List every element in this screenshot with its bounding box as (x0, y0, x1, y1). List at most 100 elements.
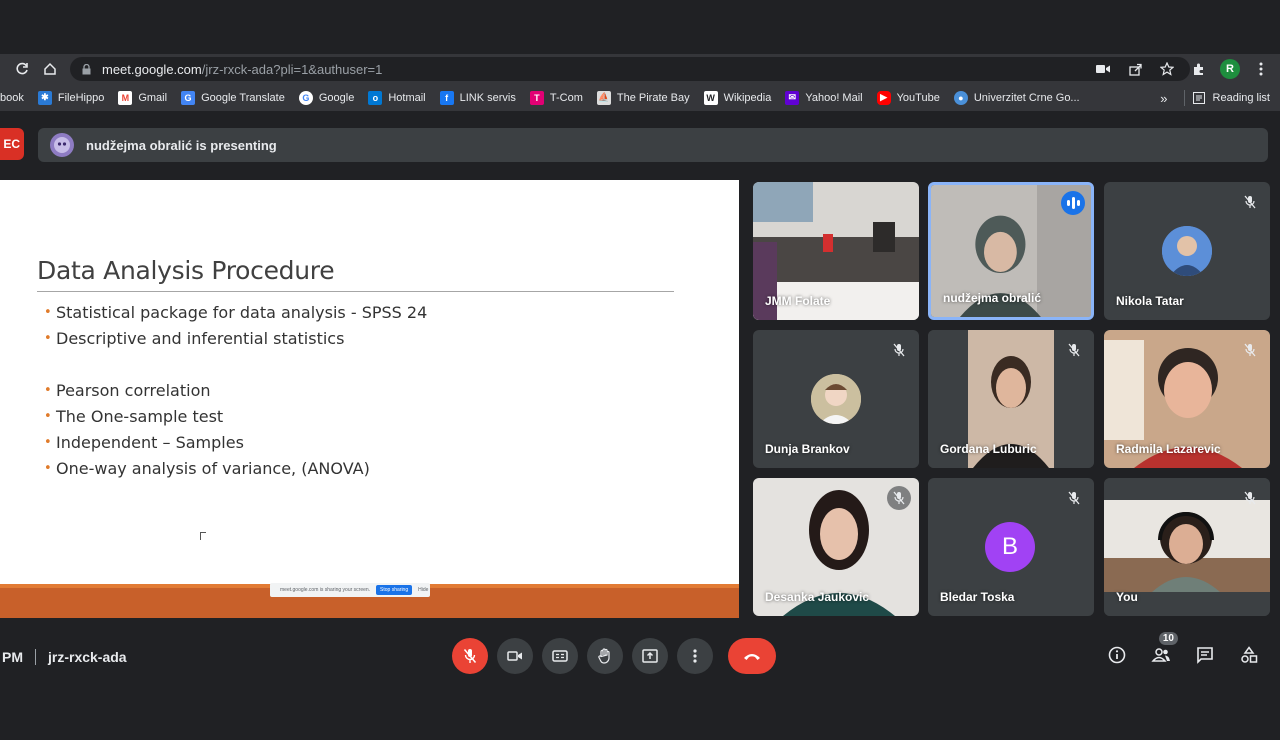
participant-tile[interactable]: B Bledar Toska (928, 478, 1094, 616)
activities-button[interactable] (1238, 644, 1260, 666)
bookmark-google-translate[interactable]: G Google Translate (181, 90, 285, 105)
meeting-details-button[interactable] (1106, 644, 1128, 666)
leave-call-button[interactable] (728, 638, 776, 674)
meeting-controls-bar: PM jrz-rxck-ada 10 (0, 622, 1280, 692)
more-vert-icon (693, 649, 697, 663)
university-icon: ● (953, 90, 968, 105)
bookmark-wikipedia[interactable]: W Wikipedia (703, 90, 771, 105)
browser-menu-icon[interactable] (1250, 58, 1272, 80)
slide-bullet: • Statistical package for data analysis -… (44, 303, 428, 322)
reload-icon[interactable] (8, 55, 36, 83)
people-icon (1151, 648, 1170, 662)
participant-tile-speaking[interactable]: nudžejma obralić (928, 182, 1094, 320)
bookmark-univerzitet[interactable]: ● Univerzitet Crne Go... (953, 90, 1080, 105)
slide-title: Data Analysis Procedure (37, 256, 335, 285)
hide-button[interactable]: Hide (418, 587, 428, 593)
raise-hand-button[interactable] (587, 638, 623, 674)
mic-off-icon (1238, 190, 1262, 214)
bookmark-youtube[interactable]: ▶ YouTube (876, 90, 940, 105)
people-button[interactable]: 10 (1150, 632, 1178, 666)
presenter-avatar-icon (50, 133, 74, 157)
bookmark-filehippo[interactable]: ✱ FileHippo (37, 90, 105, 105)
slide-spacer (44, 352, 427, 378)
present-screen-button[interactable] (632, 638, 668, 674)
url-host: meet.google.com (102, 61, 202, 77)
chat-icon (1197, 647, 1213, 664)
yahoo-icon: ✉ (785, 90, 800, 105)
participant-tile[interactable]: Gordana Luburic (928, 330, 1094, 468)
bookmark-label: book (0, 91, 24, 104)
mic-toggle-button[interactable] (452, 638, 488, 674)
participant-tile[interactable]: Dunja Brankov (753, 330, 919, 468)
participant-name: Gordana Luburic (940, 442, 1037, 456)
extensions-icon[interactable] (1188, 58, 1210, 80)
meeting-time: PM (2, 649, 23, 665)
bookmark-link-servis[interactable]: f LINK servis (439, 90, 516, 105)
screen-share-notice: meet.google.com is sharing your screen. … (270, 583, 430, 597)
camera-toggle-button[interactable] (497, 638, 533, 674)
speaking-indicator-icon (1061, 191, 1085, 215)
participant-avatar (1162, 226, 1212, 276)
bookmark-yahoo-mail[interactable]: ✉ Yahoo! Mail (785, 90, 863, 105)
bookmark-label: The Pirate Bay (616, 91, 690, 104)
url-bar[interactable]: meet.google.com/jrz-rxck-ada?pli=1&authu… (70, 57, 1190, 81)
hang-up-icon (744, 654, 760, 660)
mic-off-icon (887, 486, 911, 510)
bookmark-facebook[interactable]: book (0, 92, 24, 104)
bookmark-google[interactable]: G Google (298, 90, 355, 105)
more-options-button[interactable] (677, 638, 713, 674)
mic-off-icon (1238, 338, 1262, 362)
captions-button[interactable] (542, 638, 578, 674)
slide-bullet: • Pearson correlation (44, 381, 211, 400)
mic-off-icon (1238, 486, 1262, 510)
bookmark-label: YouTube (896, 91, 940, 104)
slide-bullet: • Descriptive and inferential statistics (44, 329, 345, 348)
slide-bullet: • The One-sample test (44, 407, 224, 426)
share-icon[interactable] (1124, 58, 1146, 80)
mic-off-icon (1062, 486, 1086, 510)
slide-bullet: • Independent – Samples (44, 433, 244, 452)
hotmail-icon: o (368, 90, 383, 105)
right-controls: 10 (1106, 632, 1260, 666)
home-icon[interactable] (36, 55, 64, 83)
youtube-icon: ▶ (876, 90, 891, 105)
bookmark-label: Google Translate (201, 91, 285, 104)
participant-tile[interactable]: Desanka Jaukovic (753, 478, 919, 616)
chat-button[interactable] (1194, 644, 1216, 666)
present-icon (642, 649, 658, 663)
bookmark-t-com[interactable]: T T-Com (529, 90, 583, 105)
url-path: /jrz-rxck-ada?pli=1&authuser=1 (201, 61, 383, 77)
activities-icon (1241, 646, 1258, 663)
participant-avatar (811, 374, 861, 424)
info-icon (1108, 646, 1126, 664)
participant-tile[interactable]: Radmila Lazarevic (1104, 330, 1270, 468)
mic-off-icon (463, 649, 477, 663)
bookmarks-right: » Reading list (1160, 84, 1270, 112)
bookmark-pirate-bay[interactable]: ⛵ The Pirate Bay (596, 90, 690, 105)
participant-tile-self[interactable]: You (1104, 478, 1270, 616)
participant-tile[interactable]: JMM Folate (753, 182, 919, 320)
pirate-bay-icon: ⛵ (596, 90, 611, 105)
participant-name: JMM Folate (765, 294, 831, 308)
stop-sharing-button[interactable]: Stop sharing (376, 585, 413, 595)
reading-list-button[interactable]: Reading list (1213, 92, 1270, 104)
browser-actions: R (1092, 54, 1272, 84)
bookmark-star-icon[interactable] (1156, 58, 1178, 80)
bookmark-label: Hotmail (388, 91, 426, 104)
profile-avatar[interactable]: R (1220, 59, 1240, 79)
bookmarks-overflow-button[interactable]: » (1160, 91, 1167, 106)
gmail-icon: M (118, 90, 133, 105)
participant-name: nudžejma obralić (943, 291, 1042, 305)
bookmark-label: Google (318, 91, 355, 104)
divider (35, 649, 36, 665)
participant-tile[interactable]: Nikola Tatar (1104, 182, 1270, 320)
divider (1183, 90, 1185, 106)
translate-icon: G (181, 90, 196, 105)
meeting-code: jrz-rxck-ada (48, 649, 127, 665)
window-top-bar (0, 0, 1280, 54)
bookmark-hotmail[interactable]: o Hotmail (368, 90, 426, 105)
camera-in-use-icon[interactable] (1092, 58, 1114, 80)
bookmark-gmail[interactable]: M Gmail (118, 90, 167, 105)
presenting-banner: nudžejma obralić is presenting (38, 128, 1268, 162)
bookmark-label: FileHippo (57, 91, 105, 104)
